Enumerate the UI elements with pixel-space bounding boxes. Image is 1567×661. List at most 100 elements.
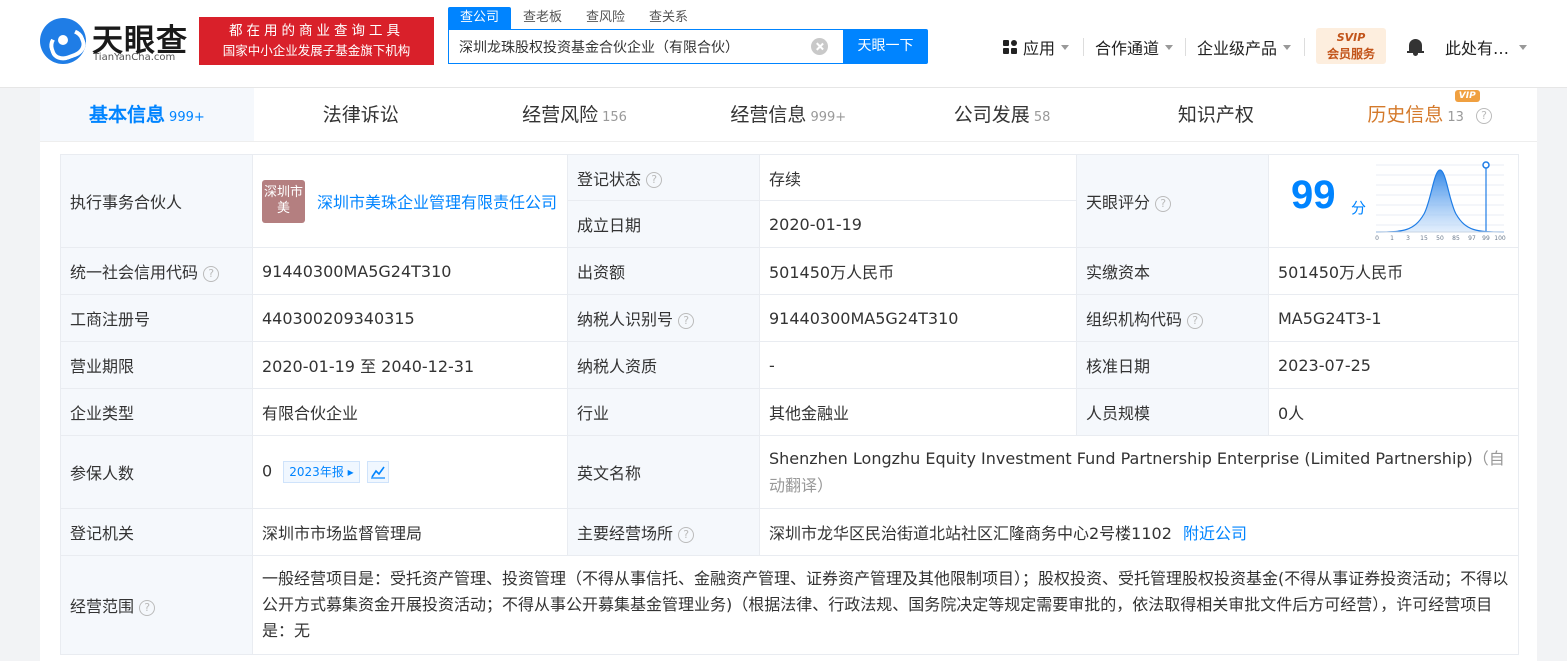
trend-chart-icon[interactable] [366, 461, 389, 483]
nav-channel[interactable]: 合作通道 [1095, 34, 1174, 60]
clear-icon[interactable] [811, 38, 828, 55]
help-icon[interactable]: ? [678, 312, 695, 329]
score-axis-tick: 1 [1390, 235, 1394, 242]
tab-history[interactable]: VIP 历史信息 13 ? [1323, 88, 1537, 141]
industry-label: 行业 [567, 388, 760, 436]
search-tab-risk[interactable]: 查风险 [574, 7, 637, 29]
score-axis-tick: 50 [1436, 235, 1444, 242]
help-icon[interactable]: ? [678, 526, 695, 543]
chevron-down-icon [1283, 44, 1292, 50]
score-axis-tick: 99 [1482, 235, 1490, 242]
annual-report-label: 2023年报 [289, 465, 344, 479]
tab-count: 999+ [169, 110, 205, 125]
partner-cell: 深圳市美 深圳市美珠企业管理有限责任公司 [252, 154, 568, 248]
score-axis-tick: 97 [1468, 235, 1476, 242]
search-tab-company[interactable]: 查公司 [448, 7, 512, 29]
industry-value: 其他金融业 [759, 388, 1077, 436]
score-axis-tick: 3 [1406, 235, 1410, 242]
chevron-down-icon [1061, 44, 1070, 50]
status-value: 存续 [759, 154, 1077, 201]
paid-value: 501450万人民币 [1268, 247, 1519, 295]
user-menu[interactable]: 此处有… [1445, 34, 1528, 60]
help-icon[interactable]: ? [1187, 312, 1204, 329]
logo-domain: TianYanCha.com [93, 52, 176, 63]
type-value: 有限合伙企业 [252, 388, 568, 436]
svip-badge: SVIP [1336, 31, 1366, 44]
score-axis-tick: 100 [1494, 235, 1506, 242]
tab-label: 经营信息 [730, 104, 807, 126]
annual-report-button[interactable]: 2023年报 ▸ [283, 461, 360, 483]
partner-company-link[interactable]: 深圳市美珠企业管理有限责任公司 [317, 189, 557, 213]
search-tab-relation[interactable]: 查关系 [637, 7, 700, 29]
slogan-line-1: 都在用的商业查询工具 [229, 23, 404, 39]
score-cell[interactable]: 99 分 0 1 3 15 50 85 97 99 100 [1268, 154, 1519, 248]
chevron-down-icon [1519, 44, 1528, 50]
tab-label: 历史信息 [1367, 104, 1444, 126]
approve-label: 核准日期 [1076, 341, 1269, 389]
insured-value: 0 [262, 461, 273, 481]
tianyancha-logo[interactable]: 天眼查 TianYanCha.com [40, 17, 190, 65]
nearby-companies-link[interactable]: 附近公司 [1183, 524, 1247, 543]
tax-qual-value: - [759, 341, 1077, 389]
help-icon[interactable]: ? [203, 265, 220, 282]
term-label: 营业期限 [60, 341, 253, 389]
english-cell: Shenzhen Longzhu Equity Investment Fund … [759, 435, 1519, 509]
help-icon[interactable]: ? [646, 172, 663, 188]
help-icon[interactable]: ? [1155, 195, 1172, 212]
help-icon[interactable]: ? [139, 599, 156, 616]
tab-ip[interactable]: 知识产权 [1109, 88, 1323, 141]
nav-apps[interactable]: 应用 [1003, 34, 1070, 60]
basic-info-panel: 执行事务合伙人 深圳市美 深圳市美珠企业管理有限责任公司 登记状态 ? 存续 天… [40, 142, 1537, 661]
taxid-value[interactable]: 91440300MA5G24T310 [759, 294, 1077, 342]
credit-label: 统一社会信用代码 [70, 263, 199, 282]
search-box [448, 29, 843, 64]
tab-label: 法律诉讼 [322, 104, 399, 126]
status-label-cell: 登记状态 ? [567, 154, 760, 201]
tab-basic-info[interactable]: 基本信息 999+ [40, 88, 254, 141]
approve-value: 2023-07-25 [1268, 341, 1519, 389]
search-button[interactable]: 天眼一下 [843, 29, 928, 64]
eye-logo-icon [40, 18, 86, 64]
vip-badge: VIP [1454, 90, 1480, 102]
staff-label: 人员规模 [1076, 388, 1269, 436]
credit-label-cell: 统一社会信用代码 ? [60, 247, 253, 295]
scope-label-cell: 经营范围 ? [60, 555, 253, 655]
tab-label: 经营风险 [522, 104, 599, 126]
slogan-line-2: 国家中小企业发展子基金旗下机构 [222, 43, 411, 58]
nav-enterprise-label: 企业级产品 [1197, 39, 1278, 58]
search-type-tabs: 查公司 查老板 查风险 查关系 [448, 7, 700, 29]
tab-count: 13 [1447, 110, 1464, 125]
found-label: 成立日期 [567, 200, 760, 248]
org-code-value[interactable]: MA5G24T3-1 [1268, 294, 1519, 342]
tab-development[interactable]: 公司发展 58 [895, 88, 1109, 141]
address-value: 深圳市龙华区民治街道北站社区汇隆商务中心2号楼1102 [769, 524, 1172, 543]
tab-label: 基本信息 [89, 104, 166, 126]
score-unit: 分 [1351, 199, 1367, 217]
tab-label: 公司发展 [953, 104, 1030, 126]
chevron-down-icon [1165, 44, 1174, 50]
tab-operation[interactable]: 经营信息 999+ [681, 88, 895, 141]
address-label-cell: 主要经营场所 ? [567, 508, 760, 556]
credit-value[interactable]: 91440300MA5G24T310 [252, 247, 568, 295]
nav-enterprise[interactable]: 企业级产品 [1197, 34, 1292, 60]
address-cell: 深圳市龙华区民治街道北站社区汇隆商务中心2号楼1102 附近公司 [759, 508, 1519, 556]
tab-count: 58 [1033, 110, 1051, 125]
user-name: 此处有… [1445, 39, 1510, 58]
tab-count: 999+ [810, 110, 847, 125]
bell-icon[interactable] [1407, 39, 1424, 56]
tab-legal[interactable]: 法律诉讼 [254, 88, 468, 141]
tab-count: 156 [602, 110, 627, 125]
staff-value: 0人 [1268, 388, 1519, 436]
authority-value: 深圳市市场监督管理局 [252, 508, 568, 556]
search-tab-boss[interactable]: 查老板 [511, 7, 574, 29]
taxid-label: 纳税人识别号 [577, 310, 674, 329]
svip-member-button[interactable]: SVIP 会员服务 [1316, 28, 1386, 64]
search-input[interactable] [449, 30, 809, 63]
reg-no-value[interactable]: 440300209340315 [252, 294, 568, 342]
help-icon[interactable]: ? [1475, 107, 1492, 124]
score-distribution-chart: 0 1 3 15 50 85 97 99 100 [1375, 161, 1506, 242]
tab-risk[interactable]: 经营风险 156 [468, 88, 682, 141]
contrib-value: 501450万人民币 [759, 247, 1077, 295]
nav-channel-label: 合作通道 [1095, 39, 1160, 58]
nav-divider [1185, 38, 1186, 56]
